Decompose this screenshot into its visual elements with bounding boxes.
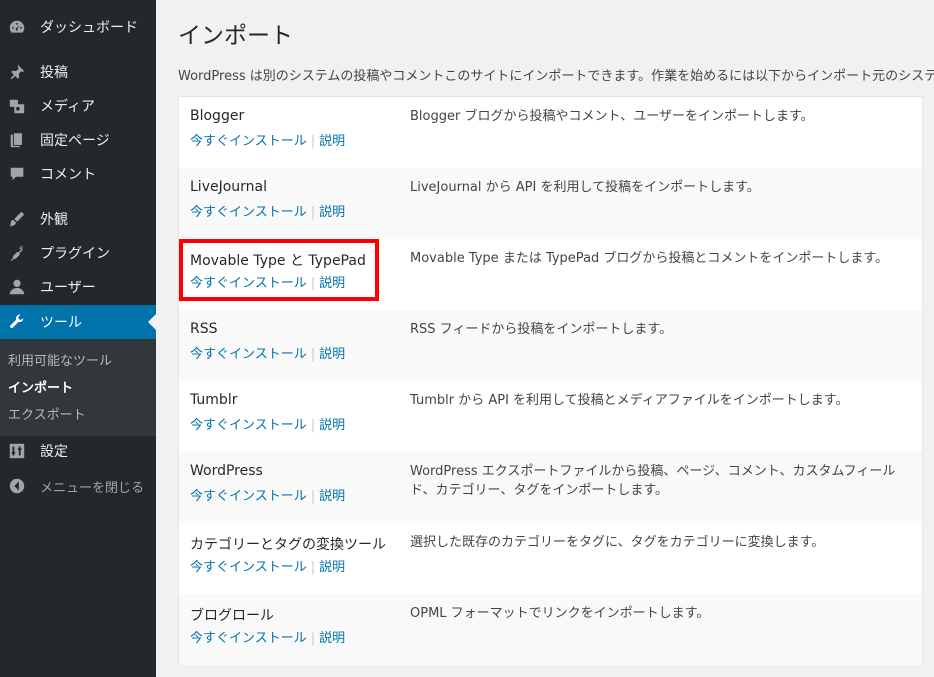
user-icon — [8, 278, 26, 296]
details-link[interactable]: 説明 — [319, 560, 345, 575]
importer-description: RSS フィードから投稿をインポートします。 — [410, 322, 673, 337]
importer-actions: 今すぐインストール | 説明 — [190, 343, 345, 362]
menu-tools[interactable]: ツール — [0, 305, 156, 339]
comment-icon — [8, 165, 26, 183]
separator: | — [310, 276, 316, 291]
details-link[interactable]: 説明 — [319, 489, 345, 504]
importer-name: LiveJournal — [190, 179, 268, 195]
importer-name: Movable Type と TypePad — [190, 253, 366, 269]
separator: | — [310, 489, 316, 504]
importer-name: Tumblr — [190, 392, 238, 408]
page-icon — [8, 131, 26, 149]
menu-label: 固定ページ — [40, 133, 110, 149]
separator: | — [310, 560, 316, 575]
importer-row: RSS 今すぐインストール | 説明 RSS フィードから投稿をインポートします。 — [179, 310, 922, 381]
importer-row: Movable Type と TypePad 今すぐインストール | 説明 Mova… — [179, 239, 922, 310]
importer-actions: 今すぐインストール | 説明 — [190, 556, 345, 575]
menu-label: ダッシュボード — [40, 20, 138, 36]
submenu-import[interactable]: インポート — [8, 377, 73, 396]
pin-icon — [8, 63, 26, 81]
menu-label: ツール — [40, 315, 82, 331]
install-now-link[interactable]: 今すぐインストール — [190, 418, 307, 433]
menu-label: 設定 — [40, 444, 68, 460]
install-now-link[interactable]: 今すぐインストール — [190, 631, 307, 646]
separator: | — [310, 347, 316, 362]
importer-actions: 今すぐインストール | 説明 — [190, 627, 345, 646]
menu-plugins[interactable]: プラグイン — [0, 236, 156, 270]
menu-label: 投稿 — [40, 65, 68, 81]
tools-submenu: 利用可能なツール インポート エクスポート — [0, 339, 156, 436]
install-now-link[interactable]: 今すぐインストール — [190, 489, 307, 504]
separator: | — [310, 631, 316, 646]
importer-description: Blogger ブログから投稿やコメント、ユーザーをインポートします。 — [410, 109, 814, 124]
importer-name: RSS — [190, 321, 218, 337]
install-now-link[interactable]: 今すぐインストール — [190, 276, 307, 291]
details-link[interactable]: 説明 — [319, 205, 345, 220]
importer-row: Tumblr 今すぐインストール | 説明 Tumblr から API を利用して投… — [179, 381, 922, 452]
details-link[interactable]: 説明 — [319, 631, 345, 646]
install-now-link[interactable]: 今すぐインストール — [190, 205, 307, 220]
details-link[interactable]: 説明 — [319, 418, 345, 433]
importer-row: LiveJournal 今すぐインストール | 説明 LiveJournal から … — [179, 168, 922, 239]
details-link[interactable]: 説明 — [319, 347, 345, 362]
submenu-available-tools[interactable]: 利用可能なツール — [8, 350, 112, 369]
importer-name: ブログロール — [190, 608, 274, 624]
details-link[interactable]: 説明 — [319, 276, 345, 291]
importer-actions: 今すぐインストール | 説明 — [190, 485, 345, 504]
importer-actions: 今すぐインストール | 説明 — [190, 414, 345, 433]
install-now-link[interactable]: 今すぐインストール — [190, 560, 307, 575]
page-title: インポート — [178, 23, 293, 49]
importer-row: カテゴリーとタグの変換ツール 今すぐインストール | 説明 選択した既存のカテゴリー… — [179, 523, 922, 594]
importer-description: 選択した既存のカテゴリーをタグに、タグをカテゴリーに変換します。 — [410, 535, 825, 550]
media-icon — [8, 97, 26, 115]
collapse-menu-button[interactable]: メニューを閉じる — [0, 469, 156, 503]
menu-users[interactable]: ユーザー — [0, 270, 156, 304]
menu-settings[interactable]: 設定 — [0, 434, 156, 468]
importer-description: LiveJournal から API を利用して投稿をインポートします。 — [410, 180, 760, 195]
separator: | — [310, 418, 316, 433]
plugin-icon — [8, 244, 26, 262]
menu-media[interactable]: メディア — [0, 89, 156, 123]
install-now-link[interactable]: 今すぐインストール — [190, 134, 307, 149]
importer-name: カテゴリーとタグの変換ツール — [190, 537, 386, 553]
importer-row: ブログロール 今すぐインストール | 説明 OPML フォーマットでリンクをインポー… — [179, 594, 922, 665]
admin-sidebar: ダッシュボード 投稿 メディア 固定ページ コメント 外観 プラグイン ユーザー… — [0, 0, 156, 677]
dashboard-icon — [8, 18, 26, 36]
menu-label: メディア — [40, 99, 96, 115]
separator: | — [310, 134, 316, 149]
importer-name: WordPress — [190, 463, 263, 479]
importer-description: Tumblr から API を利用して投稿とメディアファイルをインポートします。 — [410, 393, 849, 408]
menu-label: 外観 — [40, 212, 68, 228]
importer-description: WordPress エクスポートファイルから投稿、ページ、コメント、カスタムフィ… — [410, 464, 896, 498]
importer-row: WordPress 今すぐインストール | 説明 WordPress エクスポートフ… — [179, 452, 922, 523]
collapse-label: メニューを閉じる — [40, 480, 145, 496]
intro-text: WordPress は別のシステムの投稿やコメントこのサイトにインポートできます… — [178, 69, 934, 84]
appearance-icon — [8, 210, 26, 228]
importer-actions: 今すぐインストール | 説明 — [190, 272, 345, 291]
details-link[interactable]: 説明 — [319, 134, 345, 149]
menu-label: ユーザー — [40, 280, 96, 296]
importer-row: Blogger 今すぐインストール | 説明 Blogger ブログから投稿やコメン… — [179, 97, 922, 168]
importer-name: Blogger — [190, 108, 245, 124]
menu-appearance[interactable]: 外観 — [0, 202, 156, 236]
menu-pages[interactable]: 固定ページ — [0, 123, 156, 157]
collapse-arrow-icon — [8, 477, 26, 495]
importer-description: OPML フォーマットでリンクをインポートします。 — [410, 606, 710, 621]
install-now-link[interactable]: 今すぐインストール — [190, 347, 307, 362]
menu-label: コメント — [40, 167, 96, 183]
separator: | — [310, 205, 316, 220]
submenu-export[interactable]: エクスポート — [8, 404, 86, 423]
importer-actions: 今すぐインストール | 説明 — [190, 201, 345, 220]
menu-comments[interactable]: コメント — [0, 157, 156, 191]
importer-description: Movable Type または TypePad ブログから投稿とコメントをイン… — [410, 251, 889, 266]
importer-actions: 今すぐインストール | 説明 — [190, 130, 345, 149]
menu-dashboard[interactable]: ダッシュボード — [0, 10, 156, 44]
wrench-icon — [8, 313, 26, 331]
menu-posts[interactable]: 投稿 — [0, 55, 156, 89]
settings-icon — [8, 442, 26, 460]
importers-table: Blogger 今すぐインストール | 説明 Blogger ブログから投稿やコメン… — [178, 96, 923, 665]
menu-label: プラグイン — [40, 246, 110, 262]
